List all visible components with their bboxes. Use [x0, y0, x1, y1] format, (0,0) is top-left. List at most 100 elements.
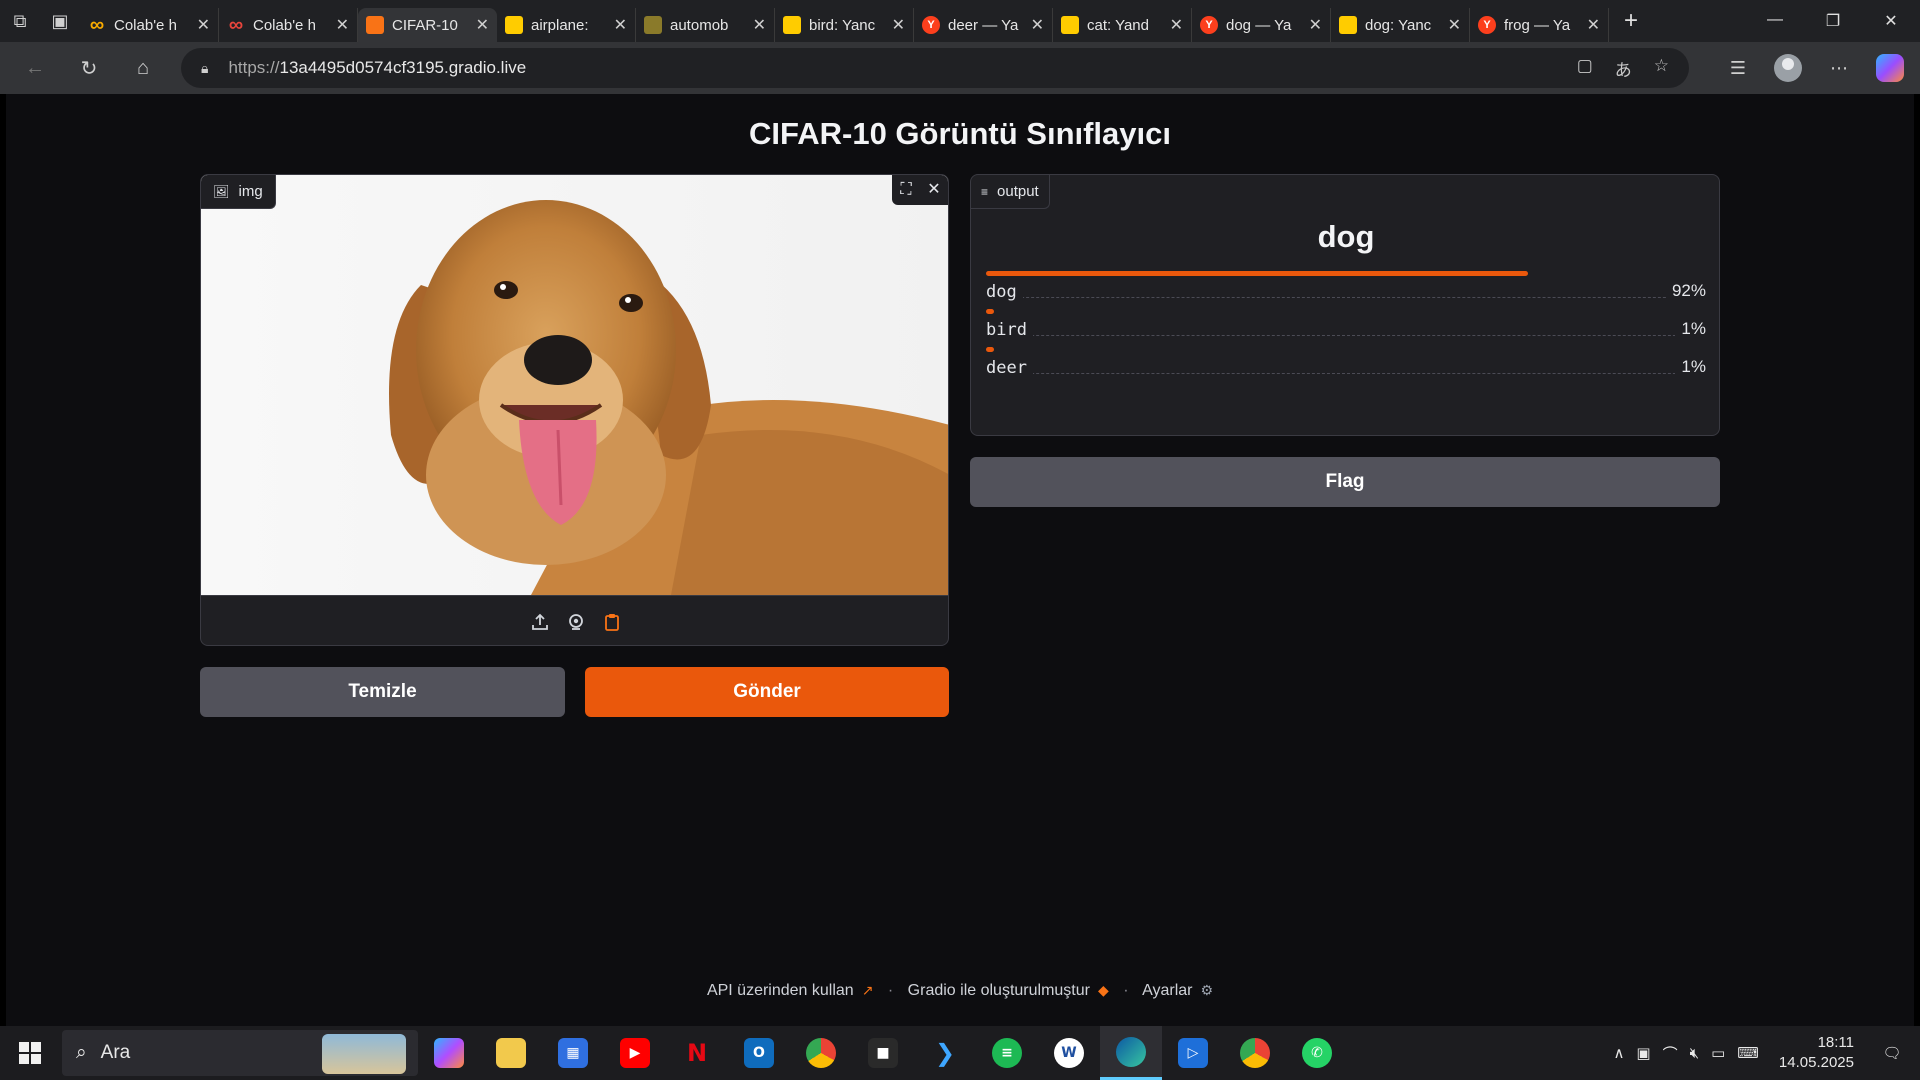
lock-icon[interactable]: 🔒︎ — [201, 60, 208, 77]
outlook-icon[interactable]: O — [728, 1026, 790, 1080]
image-input-panel: 🖼︎ img ⛶ ✕ — [200, 174, 949, 646]
workspaces-icon[interactable]: ⧉ — [0, 0, 40, 42]
tab-title: dog — Ya — [1226, 16, 1292, 34]
page-title: CIFAR-10 Görüntü Sınıflayıcı — [749, 116, 1171, 151]
close-tab-icon[interactable]: ✕ — [336, 15, 349, 35]
confidence-row: bird 1% — [986, 309, 1706, 343]
edge-icon[interactable] — [1100, 1026, 1162, 1080]
page-footer: API üzerinden kullan ↗ · Gradio ile oluşt… — [6, 982, 1914, 1000]
browser-tab[interactable]: Yfrog — Ya ✕ — [1470, 8, 1609, 42]
youtube-icon[interactable]: ▶ — [604, 1026, 666, 1080]
profile-avatar[interactable] — [1774, 54, 1802, 82]
browser-tab[interactable]: ∞ Colab'e h ✕ — [219, 8, 358, 42]
close-tab-icon[interactable]: ✕ — [892, 15, 905, 35]
confidence-bar — [986, 271, 1528, 276]
gradio-link-text: Gradio ile oluşturulmuştur — [907, 982, 1090, 999]
netflix-icon[interactable]: N — [666, 1026, 728, 1080]
browser-tab[interactable]: cat: Yand ✕ — [1053, 8, 1192, 42]
gradio-link[interactable]: Gradio ile oluşturulmuştur ◆ — [908, 982, 1109, 999]
spotify-icon[interactable]: ≡ — [976, 1026, 1038, 1080]
home-icon[interactable]: ⌂ — [116, 57, 170, 80]
calendar-icon[interactable]: ▦ — [542, 1026, 604, 1080]
browser-tab[interactable]: automob ✕ — [636, 8, 775, 42]
clipboard-icon[interactable] — [601, 611, 623, 633]
favorite-star-icon[interactable]: ☆ — [1654, 56, 1669, 81]
refresh-icon[interactable]: ↻ — [62, 56, 116, 81]
browser-tab[interactable]: Ydeer — Ya ✕ — [914, 8, 1053, 42]
taskbar-search[interactable]: ⌕ Ara — [62, 1030, 418, 1076]
browser-tab[interactable]: ∞ Colab'e h ✕ — [80, 8, 219, 42]
vertical-tabs-icon[interactable]: ▣ — [40, 0, 80, 42]
tab-title: frog — Ya — [1504, 16, 1571, 34]
confidence-leader — [986, 335, 1706, 336]
settings-link-text: Ayarlar — [1142, 982, 1193, 999]
browser-tab[interactable]: airplane: ✕ — [497, 8, 636, 42]
app-available-icon[interactable]: ▢ — [1577, 56, 1593, 81]
epic-games-icon[interactable]: ■ — [852, 1026, 914, 1080]
fullscreen-icon[interactable]: ⛶ — [892, 175, 920, 205]
favorites-icon[interactable]: ☰ — [1730, 58, 1746, 79]
submit-button[interactable]: Gönder — [585, 667, 949, 717]
close-tab-icon[interactable]: ✕ — [1031, 15, 1044, 35]
vscode-icon[interactable]: ❯ — [914, 1026, 976, 1080]
browser-tab[interactable]: Ydog — Ya ✕ — [1192, 8, 1331, 42]
flag-button[interactable]: Flag — [970, 457, 1720, 507]
clock[interactable]: 18:11 14.05.2025 — [1779, 1033, 1854, 1073]
notifications-icon[interactable]: 🗨︎ — [1878, 1044, 1906, 1062]
chrome-profile-icon[interactable] — [1224, 1026, 1286, 1080]
uploaded-image[interactable] — [201, 175, 948, 595]
volume-icon[interactable]: 🔇︎ — [1690, 1045, 1699, 1062]
close-tab-icon[interactable]: ✕ — [614, 15, 627, 35]
copilot-icon[interactable] — [1876, 54, 1904, 82]
back-icon[interactable]: ← — [8, 57, 62, 80]
close-tab-icon[interactable]: ✕ — [753, 15, 766, 35]
address-bar[interactable]: 🔒︎ https://13a4495d0574cf3195.gradio.liv… — [181, 48, 1689, 88]
confidence-value: 1% — [1675, 357, 1706, 377]
image-icon: 🖼︎ — [213, 183, 230, 199]
close-tab-icon[interactable]: ✕ — [476, 15, 489, 35]
clock-time: 18:11 — [1817, 1034, 1854, 1051]
file-explorer-icon[interactable] — [480, 1026, 542, 1080]
keyboard-icon[interactable]: ⌨ — [1737, 1044, 1759, 1062]
close-window-icon[interactable]: ✕ — [1862, 11, 1920, 31]
close-tab-icon[interactable]: ✕ — [197, 15, 210, 35]
vpn-icon[interactable]: ▣ — [1636, 1044, 1650, 1062]
translate-icon[interactable]: あ — [1615, 56, 1632, 81]
clear-button[interactable]: Temizle — [200, 667, 565, 717]
api-link[interactable]: API üzerinden kullan ↗ — [707, 982, 874, 999]
close-tab-icon[interactable]: ✕ — [1309, 15, 1322, 35]
gradio-icon — [366, 16, 384, 34]
webcam-icon[interactable] — [565, 611, 587, 633]
url-protocol: https:// — [228, 58, 280, 77]
minimize-icon[interactable]: — — [1746, 11, 1804, 31]
yandex-images-icon — [1339, 16, 1357, 34]
windows-logo-icon — [19, 1042, 41, 1064]
copilot-app-icon[interactable] — [418, 1026, 480, 1080]
more-menu-icon[interactable]: ⋯ — [1830, 58, 1848, 79]
browser-tab[interactable]: dog: Yanc ✕ — [1331, 8, 1470, 42]
browser-tab[interactable]: CIFAR-10 ✕ — [358, 8, 497, 42]
chart-icon: ≡ — [981, 184, 989, 199]
close-tab-icon[interactable]: ✕ — [1587, 15, 1600, 35]
browser-tab-bar: ⧉ ▣ ∞ Colab'e h ✕ ∞ Colab'e h ✕ CIFAR-10 ✕ airpl… — [0, 0, 1920, 42]
upload-icon[interactable] — [529, 611, 551, 633]
whatsapp-icon[interactable]: ✆ — [1286, 1026, 1348, 1080]
close-tab-icon[interactable]: ✕ — [1448, 15, 1461, 35]
start-button[interactable] — [0, 1042, 60, 1064]
clear-image-icon[interactable]: ✕ — [920, 175, 948, 205]
battery-icon[interactable]: ▭ — [1711, 1044, 1725, 1062]
yandex-images-icon — [644, 16, 662, 34]
close-tab-icon[interactable]: ✕ — [1170, 15, 1183, 35]
url-text[interactable]: https://13a4495d0574cf3195.gradio.live — [228, 58, 526, 78]
browser-tab[interactable]: bird: Yanc ✕ — [775, 8, 914, 42]
movies-tv-icon[interactable]: ▷ — [1162, 1026, 1224, 1080]
chrome-icon[interactable] — [790, 1026, 852, 1080]
new-tab-button[interactable]: + — [1609, 7, 1653, 35]
settings-link[interactable]: Ayarlar ⚙ — [1142, 982, 1213, 999]
restore-icon[interactable]: ❐ — [1804, 11, 1862, 31]
image-input-label: 🖼︎ img — [201, 175, 276, 209]
wifi-icon[interactable]: ⌒ — [1663, 1043, 1678, 1064]
chevron-up-icon[interactable]: ∧ — [1613, 1044, 1624, 1062]
image-tools: ⛶ ✕ — [892, 175, 948, 205]
wordweb-icon[interactable]: W — [1038, 1026, 1100, 1080]
